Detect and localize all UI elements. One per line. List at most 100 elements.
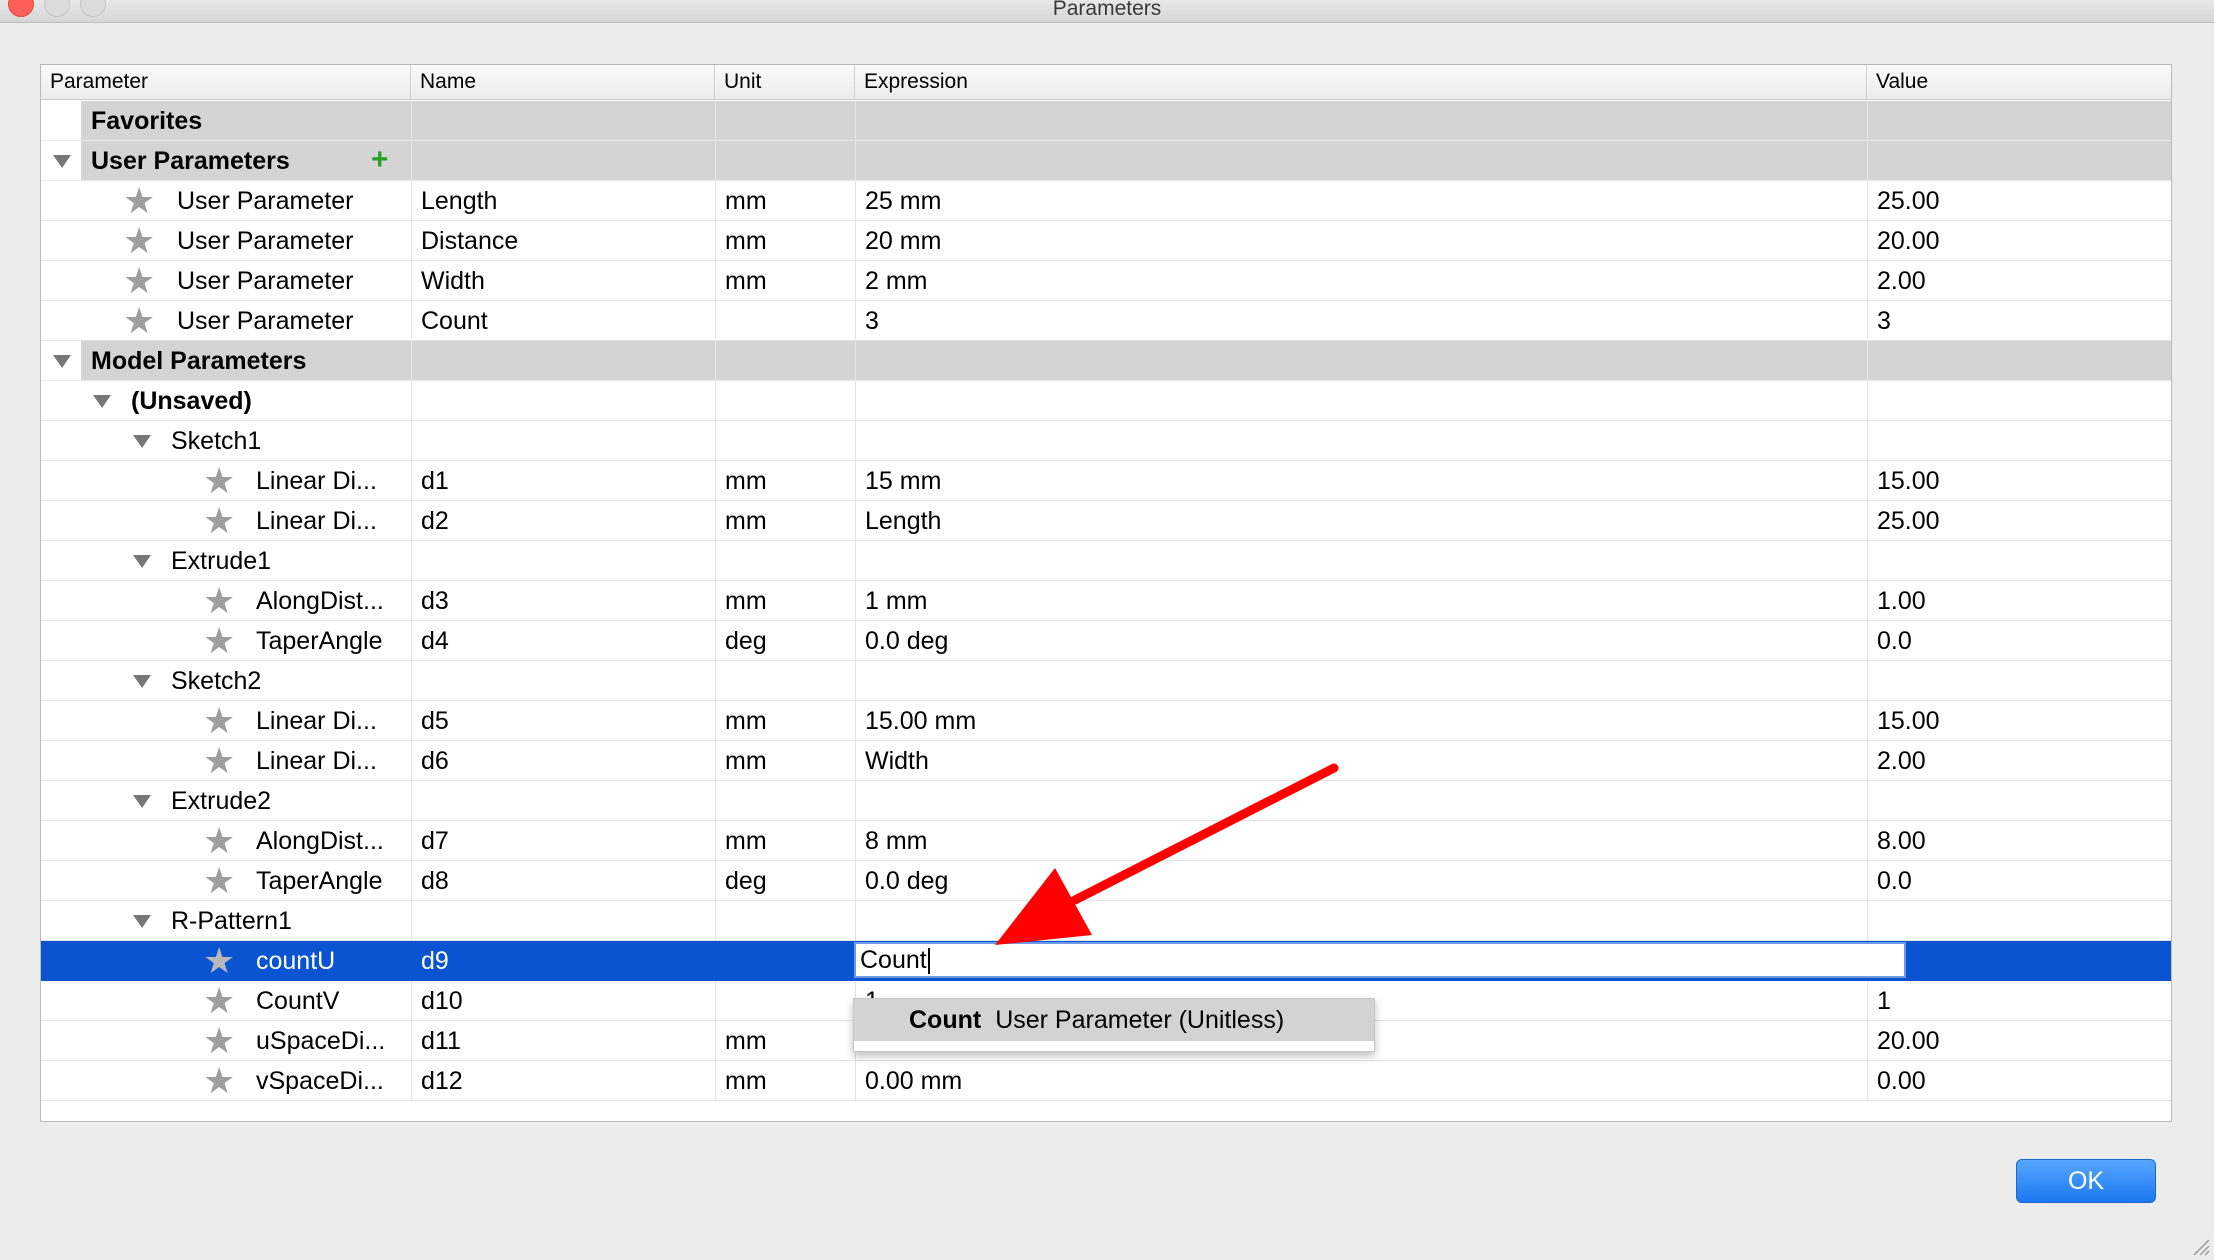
parameter-name: Width bbox=[421, 267, 485, 295]
favorite-star-icon[interactable]: ★ bbox=[203, 823, 235, 859]
favorite-star-icon[interactable]: ★ bbox=[203, 503, 235, 539]
column-header-expression[interactable]: Expression bbox=[855, 65, 1867, 99]
expand-triangle-icon[interactable] bbox=[133, 915, 151, 928]
resize-grip-icon[interactable] bbox=[2188, 1234, 2210, 1256]
parameter-row[interactable]: ★countUd93Count bbox=[41, 941, 2171, 981]
group-row-background bbox=[81, 341, 2171, 380]
parameter-expression[interactable]: 20 mm bbox=[865, 221, 941, 261]
column-divider bbox=[715, 581, 716, 620]
favorite-star-icon[interactable]: ★ bbox=[203, 743, 235, 779]
parameter-expression[interactable]: 2 mm bbox=[865, 261, 928, 301]
expression-edit-field[interactable]: Count bbox=[854, 942, 1906, 978]
parameter-row[interactable]: ★ Linear Di... d1 mm 15.00 15 mm bbox=[41, 461, 2171, 501]
tree-node-row[interactable]: (Unsaved) bbox=[41, 381, 2171, 421]
column-divider bbox=[411, 701, 412, 740]
column-divider bbox=[1867, 181, 1868, 220]
parameter-name: d4 bbox=[421, 627, 449, 655]
parameter-row[interactable]: ★ TaperAngle d4 deg 0.0 0.0 deg bbox=[41, 621, 2171, 661]
column-divider bbox=[715, 1021, 716, 1060]
parameter-row[interactable]: ★ Linear Di... d2 mm 25.00 Length bbox=[41, 501, 2171, 541]
expand-triangle-icon[interactable] bbox=[53, 355, 71, 368]
parameter-expression[interactable]: 25 mm bbox=[865, 181, 941, 221]
expand-triangle-icon[interactable] bbox=[53, 155, 71, 168]
expand-triangle-icon[interactable] bbox=[133, 795, 151, 808]
favorite-star-icon[interactable]: ★ bbox=[203, 943, 235, 979]
column-divider bbox=[855, 101, 856, 140]
expand-triangle-icon[interactable] bbox=[133, 555, 151, 568]
parameter-name: d2 bbox=[421, 507, 449, 535]
group-row[interactable]: Favorites bbox=[41, 101, 2171, 141]
tree-node-row[interactable]: Sketch2 bbox=[41, 661, 2171, 701]
parameter-row[interactable]: ★ Linear Di... d6 mm 2.00 Width bbox=[41, 741, 2171, 781]
expand-triangle-icon[interactable] bbox=[133, 435, 151, 448]
parameter-row[interactable]: ★ Linear Di... d5 mm 15.00 15.00 mm bbox=[41, 701, 2171, 741]
tree-node-row[interactable]: R-Pattern1 bbox=[41, 901, 2171, 941]
tree-node-row[interactable]: Sketch1 bbox=[41, 421, 2171, 461]
parameter-row[interactable]: ★ User Parameter Distance mm 20.00 20 mm bbox=[41, 221, 2171, 261]
parameter-row[interactable]: ★ User Parameter Count 3 3 bbox=[41, 301, 2171, 341]
tree-node-row[interactable]: Extrude1 bbox=[41, 541, 2171, 581]
parameter-name: d7 bbox=[421, 827, 449, 855]
column-divider bbox=[411, 1021, 412, 1060]
expand-triangle-icon[interactable] bbox=[133, 675, 151, 688]
parameter-expression[interactable]: 0.0 deg bbox=[865, 621, 948, 661]
favorite-star-icon[interactable]: ★ bbox=[203, 703, 235, 739]
group-row[interactable]: User Parameters + bbox=[41, 141, 2171, 181]
column-divider bbox=[715, 381, 716, 420]
favorite-star-icon[interactable]: ★ bbox=[203, 1023, 235, 1059]
parameter-expression[interactable]: 8 mm bbox=[865, 821, 928, 861]
parameter-name: d10 bbox=[421, 987, 463, 1015]
add-parameter-icon[interactable]: + bbox=[371, 145, 389, 175]
tree-node-row[interactable]: Extrude2 bbox=[41, 781, 2171, 821]
column-header-parameter[interactable]: Parameter bbox=[41, 65, 411, 99]
autocomplete-item-count[interactable]: Count User Parameter (Unitless) bbox=[854, 999, 1374, 1041]
parameter-expression[interactable]: 0.0 deg bbox=[865, 861, 948, 901]
column-divider bbox=[855, 381, 856, 420]
column-divider bbox=[411, 861, 412, 900]
column-divider bbox=[1867, 101, 1868, 140]
column-header-value[interactable]: Value bbox=[1867, 65, 2171, 99]
favorite-star-icon[interactable]: ★ bbox=[203, 583, 235, 619]
parameter-value: 0.0 bbox=[1877, 867, 1912, 895]
parameter-expression[interactable]: 15 mm bbox=[865, 461, 941, 501]
column-divider bbox=[1867, 781, 1868, 820]
favorite-star-icon[interactable]: ★ bbox=[123, 183, 155, 219]
favorite-star-icon[interactable]: ★ bbox=[203, 463, 235, 499]
column-header-name[interactable]: Name bbox=[411, 65, 715, 99]
parameter-expression[interactable]: 0.00 mm bbox=[865, 1061, 962, 1101]
column-divider bbox=[855, 141, 856, 180]
parameter-unit: mm bbox=[725, 707, 767, 735]
parameter-expression[interactable]: Length bbox=[865, 501, 941, 541]
parameter-row[interactable]: ★ User Parameter Length mm 25.00 25 mm bbox=[41, 181, 2171, 221]
column-divider bbox=[1867, 221, 1868, 260]
parameter-expression[interactable]: 1 mm bbox=[865, 581, 928, 621]
parameter-row[interactable]: ★ AlongDist... d7 mm 8.00 8 mm bbox=[41, 821, 2171, 861]
column-divider bbox=[855, 661, 856, 700]
favorite-star-icon[interactable]: ★ bbox=[123, 223, 155, 259]
ok-button[interactable]: OK bbox=[2016, 1159, 2156, 1203]
text-caret bbox=[927, 948, 930, 975]
column-header-unit[interactable]: Unit bbox=[715, 65, 855, 99]
column-divider bbox=[715, 461, 716, 500]
column-divider bbox=[855, 581, 856, 620]
column-divider bbox=[1867, 141, 1868, 180]
parameter-row[interactable]: ★ vSpaceDi... d12 mm 0.00 0.00 mm bbox=[41, 1061, 2171, 1101]
parameter-expression[interactable]: 15.00 mm bbox=[865, 701, 976, 741]
parameter-row[interactable]: ★ AlongDist... d3 mm 1.00 1 mm bbox=[41, 581, 2171, 621]
parameter-expression[interactable]: Width bbox=[865, 741, 929, 781]
favorite-star-icon[interactable]: ★ bbox=[123, 263, 155, 299]
favorite-star-icon[interactable]: ★ bbox=[203, 863, 235, 899]
column-divider bbox=[1867, 301, 1868, 340]
favorite-star-icon[interactable]: ★ bbox=[123, 303, 155, 339]
parameter-expression[interactable]: 3 bbox=[865, 301, 879, 341]
parameter-value: 20.00 bbox=[1877, 1027, 1940, 1055]
expand-triangle-icon[interactable] bbox=[93, 395, 111, 408]
favorite-star-icon[interactable]: ★ bbox=[203, 623, 235, 659]
parameter-row[interactable]: ★ TaperAngle d8 deg 0.0 0.0 deg bbox=[41, 861, 2171, 901]
group-row[interactable]: Model Parameters bbox=[41, 341, 2171, 381]
column-divider bbox=[411, 461, 412, 500]
column-divider bbox=[411, 381, 412, 420]
favorite-star-icon[interactable]: ★ bbox=[203, 983, 235, 1019]
favorite-star-icon[interactable]: ★ bbox=[203, 1063, 235, 1099]
parameter-row[interactable]: ★ User Parameter Width mm 2.00 2 mm bbox=[41, 261, 2171, 301]
